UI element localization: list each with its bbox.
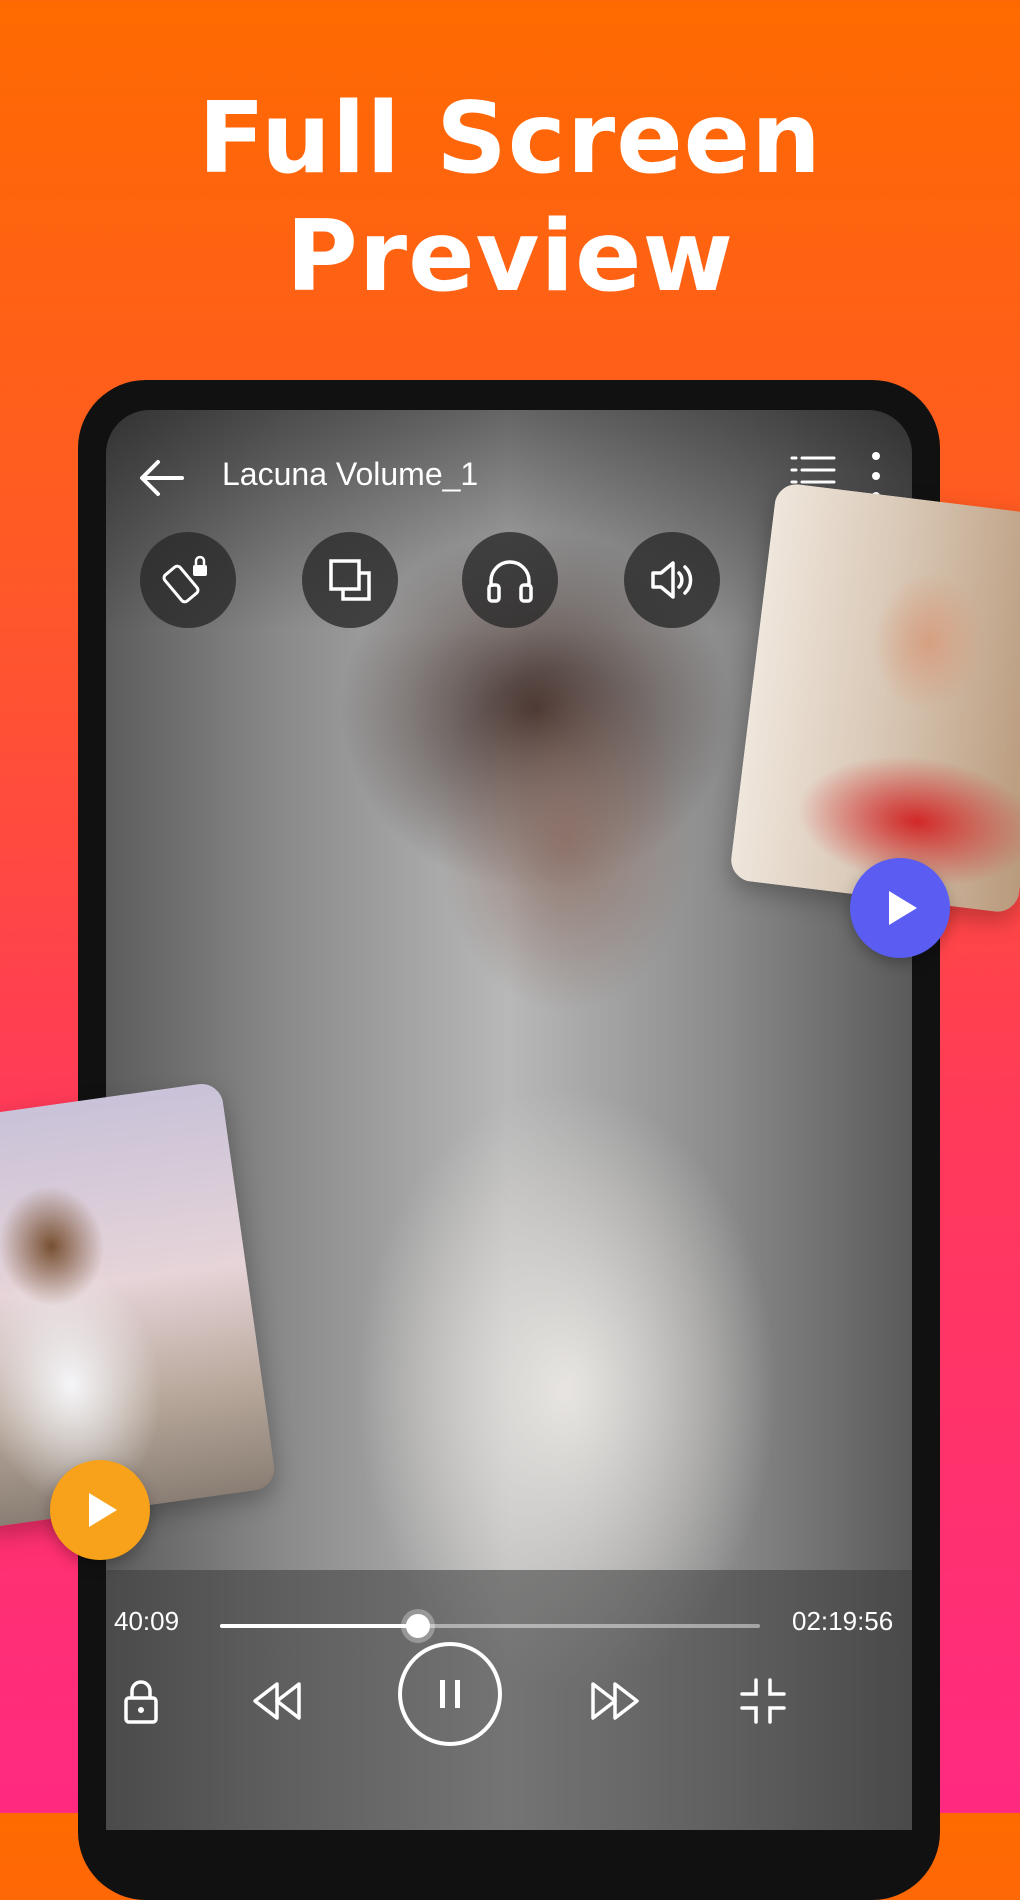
headphones-icon — [487, 560, 533, 603]
fast-forward-button[interactable] — [580, 1666, 650, 1736]
back-button[interactable] — [134, 450, 190, 506]
play-icon — [89, 1493, 117, 1527]
rotate-lock-icon — [162, 555, 207, 604]
headline: Full Screen Preview — [0, 80, 1020, 316]
arrow-left-icon — [140, 460, 184, 496]
preview-card-right[interactable] — [728, 481, 1020, 915]
headline-line2: Preview — [285, 200, 735, 314]
seek-bar[interactable] — [220, 1614, 760, 1638]
exit-fullscreen-button[interactable] — [728, 1666, 798, 1736]
volume-icon — [651, 561, 693, 599]
pip-button[interactable] — [302, 532, 398, 628]
play-icon — [889, 891, 917, 925]
lock-icon — [124, 1680, 158, 1724]
rotate-lock-button[interactable] — [140, 532, 236, 628]
seek-bar-progress — [220, 1624, 418, 1628]
fast-forward-icon — [591, 1682, 639, 1720]
seek-bar-thumb[interactable] — [405, 1614, 430, 1638]
rewind-button[interactable] — [242, 1666, 312, 1736]
pip-icon — [329, 559, 371, 601]
play-button-right[interactable] — [850, 858, 950, 958]
rewind-icon — [253, 1682, 301, 1720]
exit-fullscreen-icon — [740, 1678, 786, 1724]
audio-only-button[interactable] — [462, 532, 558, 628]
volume-button[interactable] — [624, 532, 720, 628]
pause-icon — [440, 1680, 460, 1708]
current-time: 40:09 — [114, 1606, 180, 1636]
lock-button[interactable] — [106, 1666, 176, 1736]
play-button-left[interactable] — [50, 1460, 150, 1560]
pause-button[interactable] — [398, 1642, 502, 1746]
headline-line1: Full Screen — [198, 82, 822, 196]
total-time: 02:19:56 — [792, 1606, 894, 1636]
video-title: Lacuna Volume_1 — [222, 456, 479, 492]
